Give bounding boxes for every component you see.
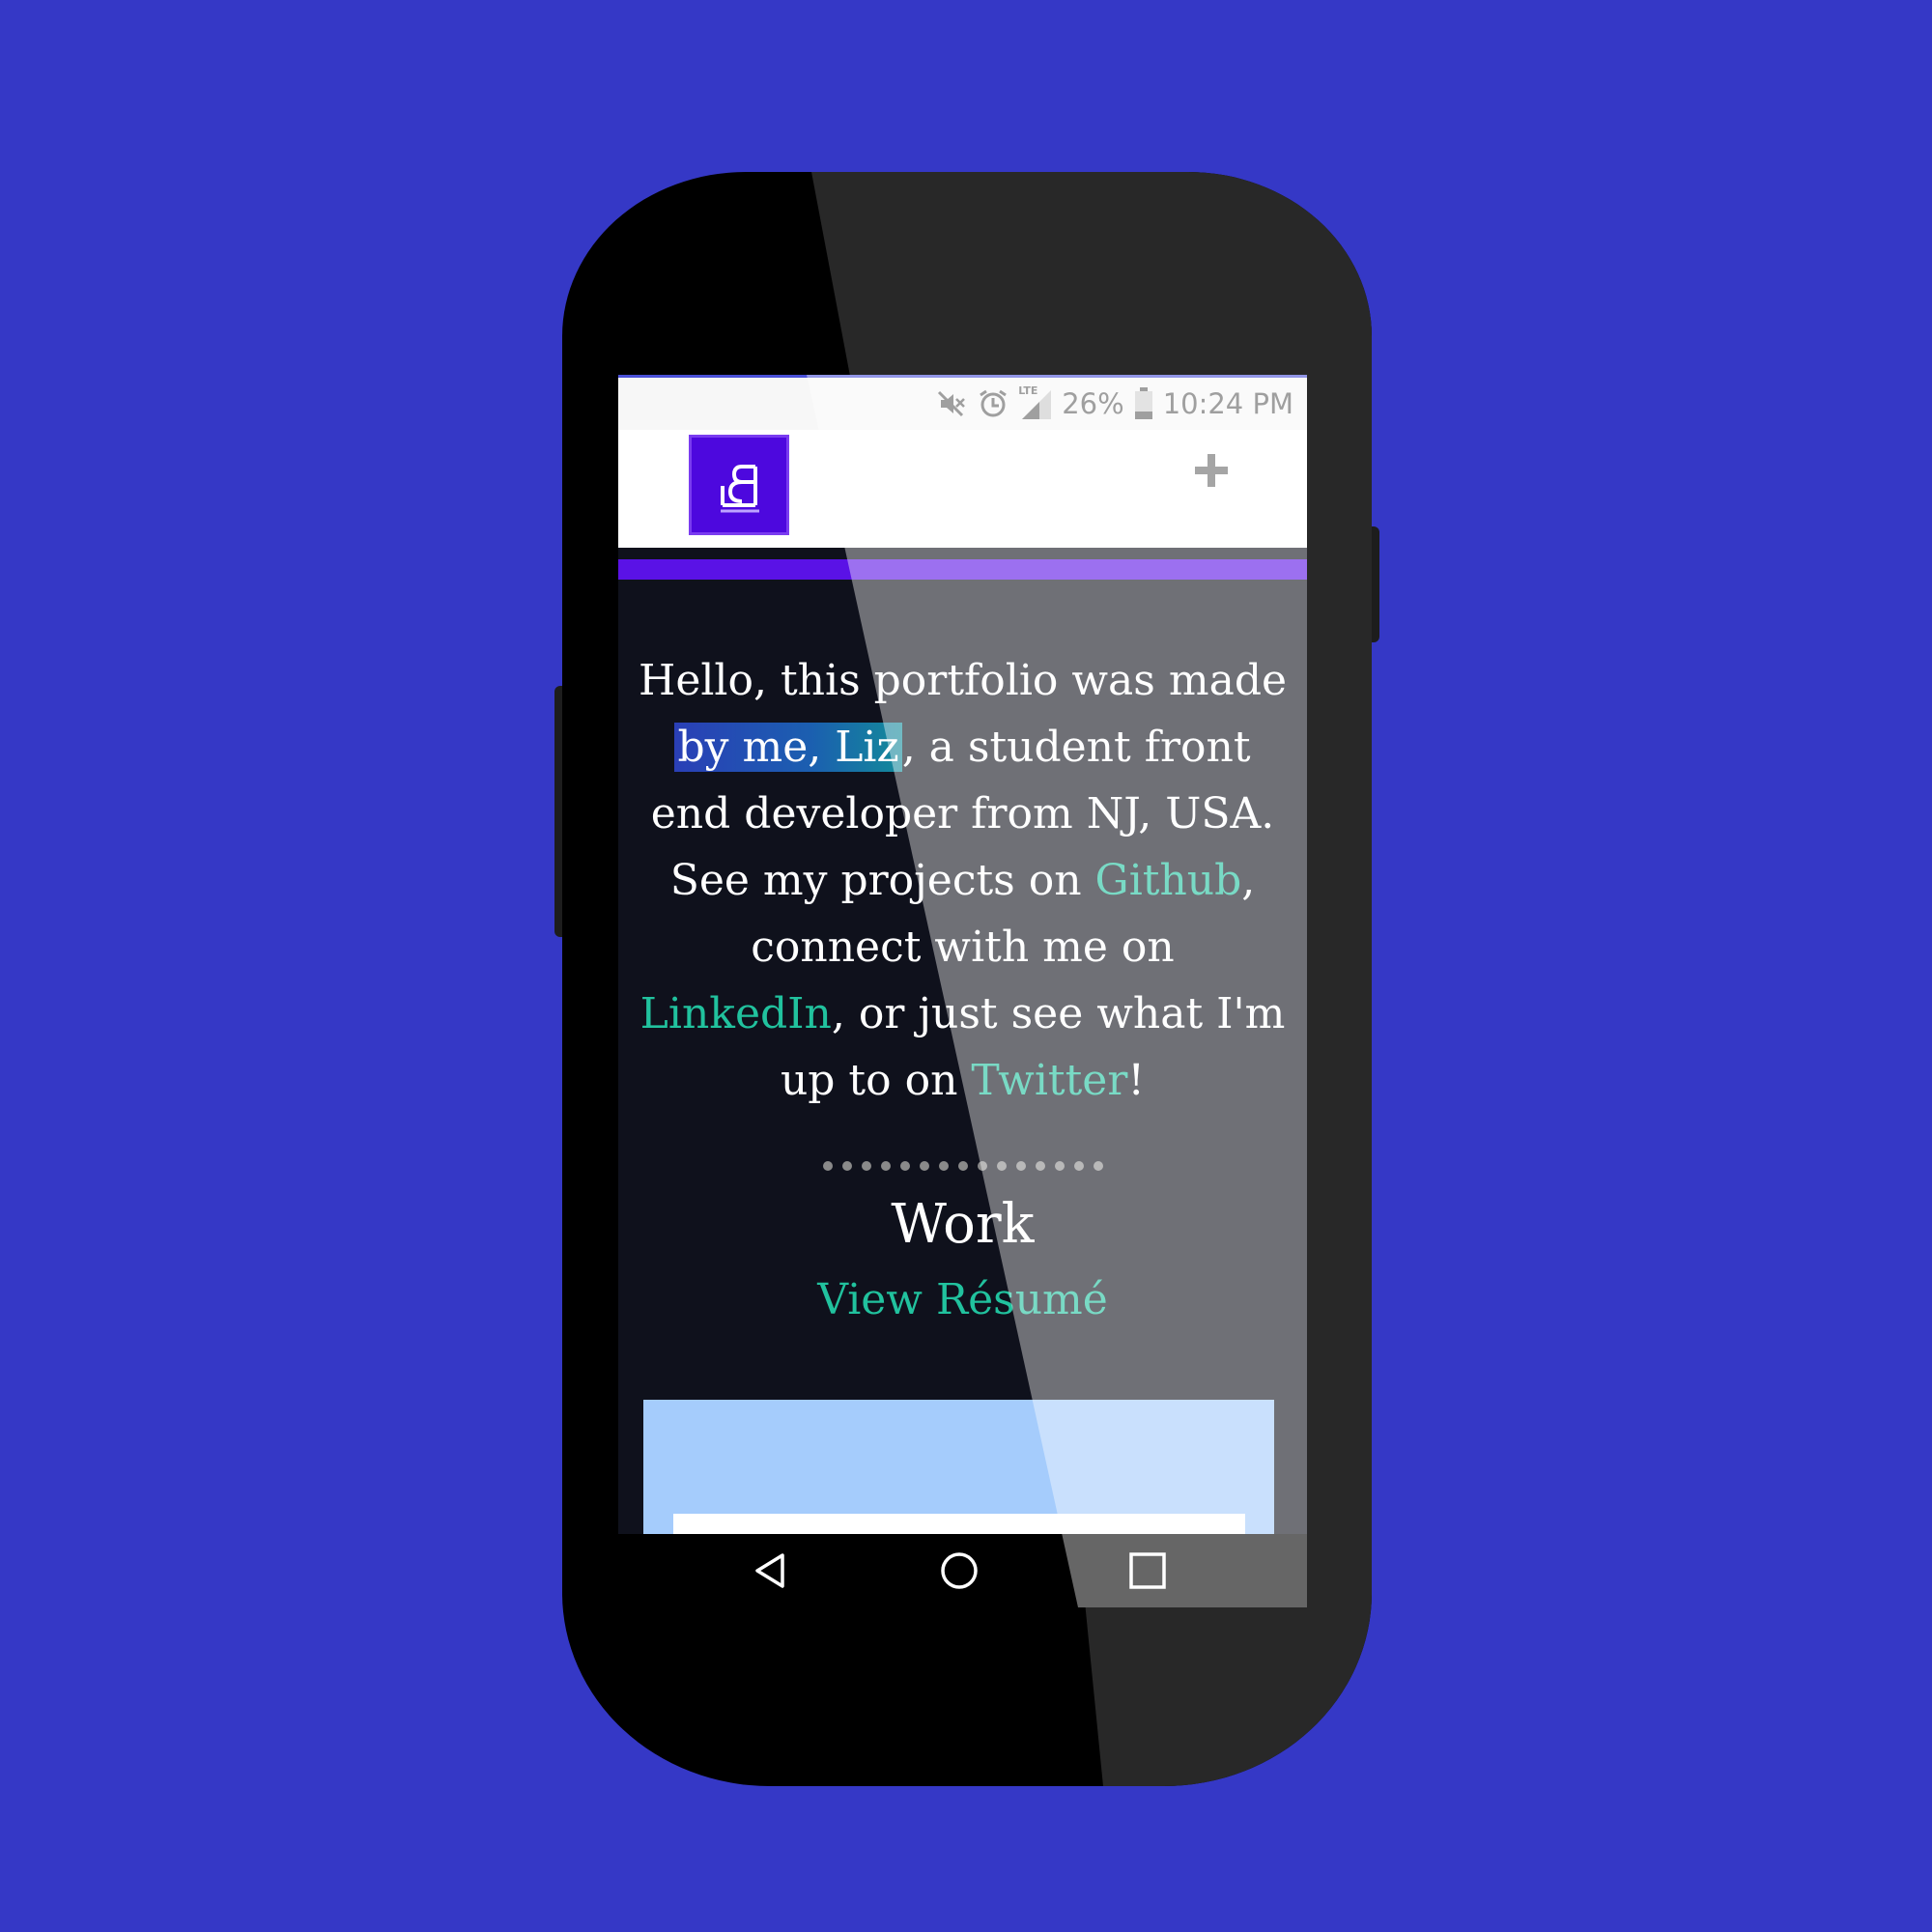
intro-line-1: Hello, this portfolio was made — [638, 656, 1288, 705]
intro-line-7-pre: up to on — [780, 1056, 972, 1105]
highlighted-name: by me, Liz — [674, 723, 902, 772]
intro-line-2-rest: , a student front — [901, 723, 1251, 772]
twitter-link[interactable]: Twitter — [971, 1056, 1127, 1105]
intro-line-6-post: , or just see what I'm — [831, 989, 1286, 1038]
dotted-divider — [618, 1161, 1307, 1171]
intro-line-4-pre: See my projects on — [669, 856, 1095, 905]
linkedin-link[interactable]: LinkedIn — [640, 989, 832, 1038]
github-link[interactable]: Github — [1095, 856, 1242, 905]
status-icons: LTE 26% 10:24 PM — [935, 384, 1293, 422]
android-nav-bar — [618, 1534, 1307, 1607]
work-heading: Work — [891, 1193, 1035, 1256]
intro-line-5: connect with me on — [751, 923, 1175, 972]
home-button[interactable] — [911, 1534, 1008, 1607]
alarm-icon — [977, 387, 1009, 420]
intro-line-4: See my projects on Github, — [638, 847, 1288, 914]
project-preview-card[interactable] — [643, 1400, 1274, 1554]
intro-line-3: end developer from NJ, USA. — [650, 789, 1275, 838]
intro-line-4-post: , — [1241, 856, 1256, 905]
accent-bar — [618, 559, 1307, 580]
status-bar: LTE 26% 10:24 PM — [618, 378, 1307, 430]
menu-plus-button[interactable] — [1190, 449, 1233, 492]
plus-icon — [1195, 454, 1228, 487]
intro-line-7: up to on Twitter! — [638, 1047, 1288, 1114]
back-button[interactable] — [723, 1534, 819, 1607]
app-header — [618, 430, 1307, 548]
logo[interactable] — [689, 435, 789, 535]
battery-icon — [1133, 386, 1154, 421]
phone-screen: LTE 26% 10:24 PM Hello, this portfolio w… — [618, 375, 1307, 1607]
view-resume-link[interactable]: View Résumé — [618, 1271, 1307, 1329]
intro-line-2: by me, Liz, a student front — [638, 714, 1288, 781]
battery-percent: 26% — [1062, 387, 1124, 420]
recents-button[interactable] — [1099, 1534, 1196, 1607]
intro-line-6: LinkedIn, or just see what I'm — [638, 980, 1288, 1047]
lte-signal-icon: LTE — [1018, 384, 1053, 421]
canvas: LTE 26% 10:24 PM Hello, this portfolio w… — [0, 0, 1932, 1932]
intro-line-7-post: ! — [1127, 1056, 1146, 1105]
logo-mark-icon — [721, 465, 759, 513]
back-triangle-icon — [755, 1553, 784, 1588]
main-content: Hello, this portfolio was made by me, Li… — [618, 580, 1307, 1554]
mute-icon — [935, 387, 968, 420]
home-circle-icon — [941, 1552, 978, 1589]
recents-square-icon — [1129, 1552, 1166, 1589]
intro-paragraph: Hello, this portfolio was made by me, Li… — [638, 647, 1288, 1114]
clock: 10:24 PM — [1162, 387, 1293, 420]
